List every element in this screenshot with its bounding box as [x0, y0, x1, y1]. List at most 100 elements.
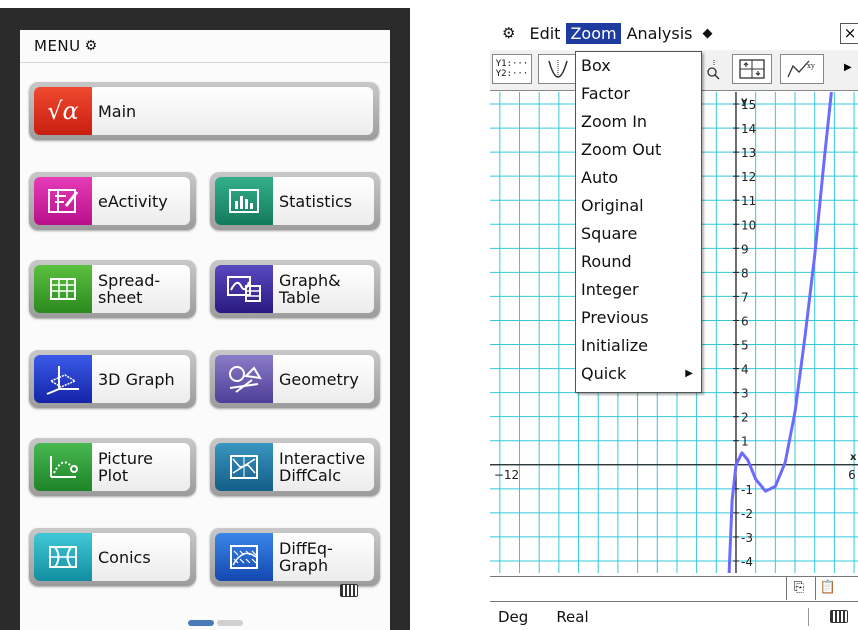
device-frame-left	[0, 8, 20, 630]
app-diffeq-graph-button[interactable]: DiffEq- Graph	[210, 528, 380, 586]
submenu-arrow-icon: ▶	[685, 368, 693, 379]
app-interactive-diffcalc-label: Interactive DiffCalc	[273, 443, 374, 491]
copy-icon[interactable]: ⎘	[786, 576, 811, 600]
parabola-icon	[548, 60, 568, 78]
y-tick-label: 5	[741, 339, 749, 353]
y-tick-label: 9	[741, 242, 749, 256]
sketch-button[interactable]: xy	[780, 54, 824, 84]
zoom-auto-item[interactable]: Auto	[576, 164, 701, 192]
y1-label: Y1:···	[495, 59, 529, 69]
device-frame	[0, 8, 410, 32]
gear-icon[interactable]: ⚙	[85, 38, 98, 54]
zoom-dropdown-menu: Box Factor Zoom In Zoom Out Auto Origina…	[575, 51, 702, 393]
menu-edit[interactable]: Edit	[529, 24, 560, 43]
y-tick-label: 4	[741, 363, 749, 377]
zoom-initialize-item[interactable]: Initialize	[576, 332, 701, 360]
picture-plot-icon	[34, 443, 92, 491]
zoom-out-item[interactable]: Zoom Out	[576, 136, 701, 164]
y-tick-label: 10	[741, 218, 756, 232]
spreadsheet-icon	[34, 265, 92, 313]
y-axis-label: y	[741, 96, 748, 107]
main-menu-panel: MENU ⚙ √α Main eActivity Statistics Spre…	[0, 0, 410, 630]
eactivity-icon	[34, 177, 92, 225]
app-diffeq-graph-label: DiffEq- Graph	[273, 533, 374, 581]
menu-analysis[interactable]: Analysis	[627, 24, 693, 43]
app-spreadsheet-label: Spread- sheet	[92, 265, 190, 313]
diffeq-icon	[215, 533, 273, 581]
3d-graph-icon	[34, 355, 92, 403]
graph-editor-button[interactable]: Y1:··· Y2:···	[492, 54, 532, 84]
zoom-box-item[interactable]: Box	[576, 52, 701, 80]
menu-screen: MENU ⚙ √α Main eActivity Statistics Spre…	[20, 30, 390, 630]
zoom-fit-icon	[739, 59, 765, 79]
page-indicator[interactable]	[188, 620, 243, 626]
status-bar: Deg Real	[490, 604, 858, 630]
x-tick-label: −12	[494, 468, 519, 482]
function-curve	[727, 92, 833, 573]
menu-diamond[interactable]: ◆	[702, 26, 712, 41]
app-picture-plot-label: Picture Plot	[92, 443, 190, 491]
y-tick-label: -3	[741, 531, 753, 545]
sqrt-alpha-icon: √α	[34, 87, 92, 135]
diffcalc-icon	[215, 443, 273, 491]
y-tick-label: -2	[741, 507, 753, 521]
paste-icon[interactable]: 📋	[815, 576, 840, 600]
app-geometry-button[interactable]: Geometry	[210, 350, 380, 408]
angle-mode-status[interactable]: Deg	[498, 608, 528, 626]
toolbar-scroll-right-icon[interactable]: ▶	[844, 62, 852, 73]
menu-title: MENU	[34, 37, 81, 55]
y-tick-label: 14	[741, 122, 756, 136]
settings-gear-icon[interactable]: ⚙	[502, 24, 515, 42]
y-tick-label: -4	[741, 555, 753, 569]
curve-xy-icon: xy	[787, 60, 815, 78]
svg-text:xy: xy	[807, 62, 815, 70]
app-statistics-label: Statistics	[273, 177, 374, 225]
app-main-label: Main	[92, 87, 373, 135]
y2-label: Y2:···	[495, 69, 529, 79]
y-tick-label: 7	[741, 290, 749, 304]
menu-bar: ⚙ Edit Zoom Analysis ◆	[490, 20, 858, 46]
menu-zoom[interactable]: Zoom	[566, 22, 621, 44]
app-spreadsheet-button[interactable]: Spread- sheet	[29, 260, 196, 318]
app-interactive-diffcalc-button[interactable]: Interactive DiffCalc	[210, 438, 380, 496]
statistics-icon	[215, 177, 273, 225]
app-main-button[interactable]: √α Main	[29, 82, 379, 140]
app-conics-button[interactable]: Conics	[29, 528, 196, 586]
menu-header[interactable]: MENU ⚙	[20, 30, 390, 63]
number-mode-status[interactable]: Real	[556, 608, 588, 626]
zoom-quick-item[interactable]: Quick ▶	[576, 360, 701, 388]
zoom-square-item[interactable]: Square	[576, 220, 701, 248]
graph-table-icon	[215, 265, 273, 313]
page-dot-2[interactable]	[217, 620, 243, 626]
page-dot-1[interactable]	[188, 620, 214, 626]
y-tick-label: -1	[741, 483, 753, 497]
zoom-auto-button[interactable]	[732, 54, 772, 84]
app-3d-graph-label: 3D Graph	[92, 355, 190, 403]
device-frame-right	[390, 8, 410, 630]
app-graph-table-button[interactable]: Graph& Table	[210, 260, 380, 318]
app-eactivity-button[interactable]: eActivity	[29, 172, 196, 230]
graph-app-panel: ⚙ Edit Zoom Analysis ◆ × Y1:··· Y2:··· x…	[490, 0, 858, 630]
app-conics-label: Conics	[92, 533, 190, 581]
app-graph-table-label: Graph& Table	[273, 265, 374, 313]
app-geometry-label: Geometry	[273, 355, 374, 403]
app-3d-graph-button[interactable]: 3D Graph	[29, 350, 196, 408]
conics-icon	[34, 533, 92, 581]
y-tick-label: 8	[741, 266, 749, 280]
app-picture-plot-button[interactable]: Picture Plot	[29, 438, 196, 496]
close-button[interactable]: ×	[840, 23, 858, 44]
zoom-integer-item[interactable]: Integer	[576, 276, 701, 304]
zoom-in-item[interactable]: Zoom In	[576, 108, 701, 136]
y-tick-label: 1	[741, 435, 749, 449]
app-statistics-button[interactable]: Statistics	[210, 172, 380, 230]
zoom-box-icon[interactable]	[700, 54, 726, 84]
zoom-factor-item[interactable]: Factor	[576, 80, 701, 108]
graph-type-button[interactable]	[538, 54, 578, 84]
y-tick-label: 12	[741, 170, 756, 184]
zoom-original-item[interactable]: Original	[576, 192, 701, 220]
zoom-round-item[interactable]: Round	[576, 248, 701, 276]
app-eactivity-label: eActivity	[92, 177, 190, 225]
y-tick-label: 6	[741, 314, 749, 328]
zoom-previous-item[interactable]: Previous	[576, 304, 701, 332]
x-axis-label: x	[850, 452, 857, 463]
